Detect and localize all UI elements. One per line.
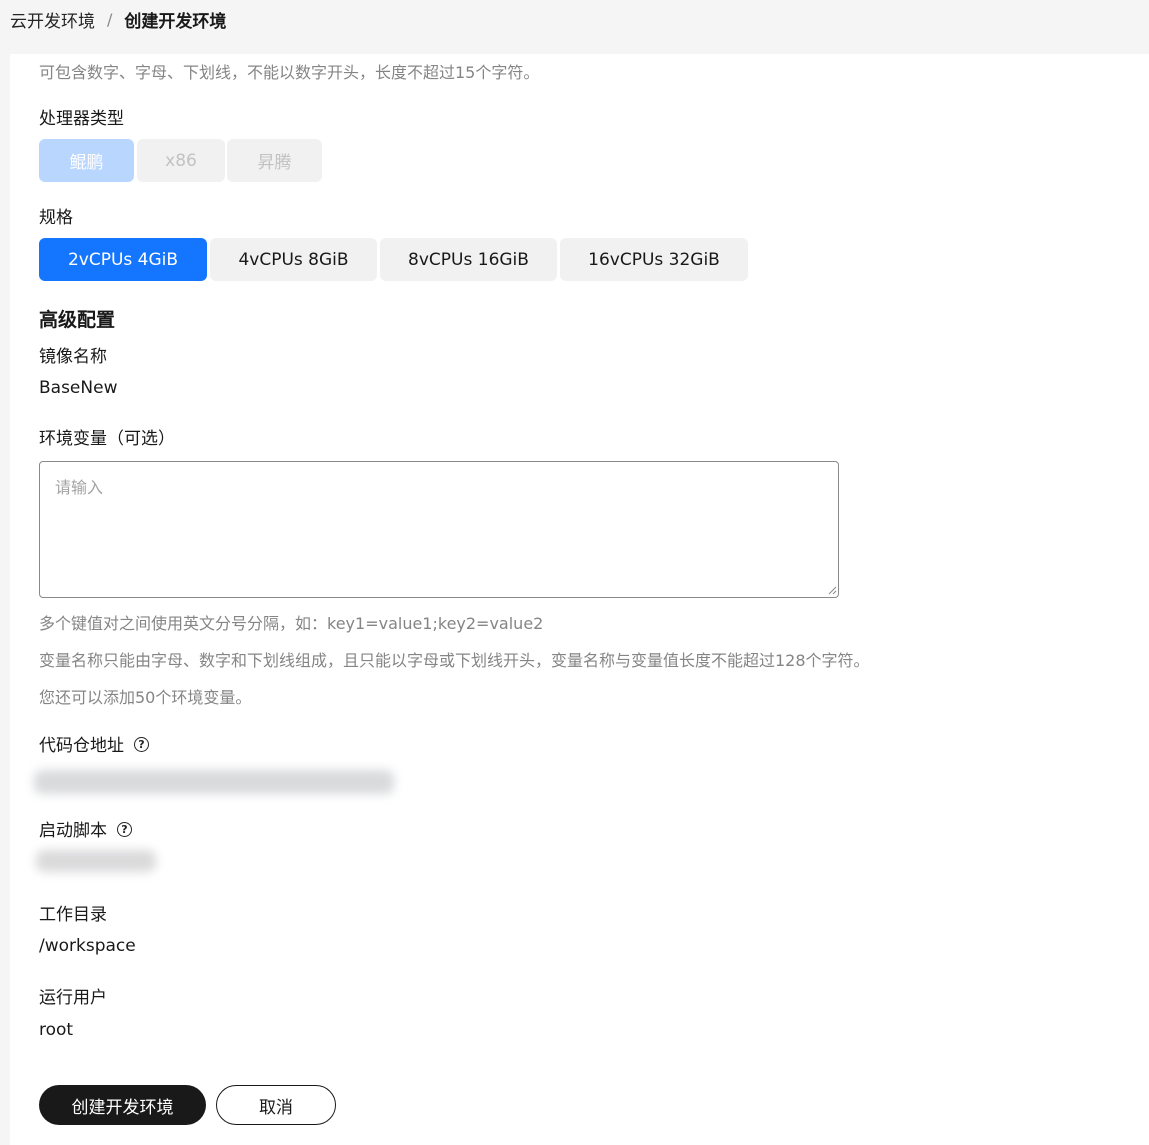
processor-option-x86[interactable]: x86 — [137, 139, 225, 182]
question-circle-icon[interactable]: ? — [117, 821, 132, 837]
cancel-button[interactable]: 取消 — [216, 1085, 336, 1125]
image-name-value: BaseNew — [39, 378, 118, 398]
create-env-button[interactable]: 创建开发环境 — [39, 1085, 206, 1125]
textarea-resize-grip-icon[interactable] — [828, 586, 837, 595]
env-vars-label: 环境变量（可选） — [39, 429, 175, 449]
repo-address-label-text: 代码仓地址 — [39, 736, 124, 756]
run-user-label: 运行用户 — [39, 988, 107, 1008]
startup-script-label-text: 启动脚本 — [39, 821, 107, 841]
env-vars-hint-separator: 多个键值对之间使用英文分号分隔，如：key1=value1;key2=value… — [39, 614, 544, 633]
name-field-hint: 可包含数字、字母、下划线，不能以数字开头，长度不超过15个字符。 — [39, 63, 540, 82]
spec-label: 规格 — [39, 208, 73, 228]
env-vars-hint-remaining: 您还可以添加50个环境变量。 — [39, 688, 252, 707]
processor-option-ascend[interactable]: 昇腾 — [227, 139, 322, 182]
spec-option-2vcpu-4gib[interactable]: 2vCPUs 4GiB — [39, 238, 207, 281]
env-vars-hint-naming-rule: 变量名称只能由字母、数字和下划线组成，且只能以字母或下划线开头，变量名称与变量值… — [39, 651, 870, 670]
advanced-config-title: 高级配置 — [39, 309, 116, 331]
breadcrumb-parent-link[interactable]: 云开发环境 — [10, 7, 95, 32]
env-vars-textarea[interactable] — [39, 461, 839, 598]
spec-option-16vcpu-32gib[interactable]: 16vCPUs 32GiB — [560, 238, 748, 281]
spec-option-8vcpu-16gib[interactable]: 8vCPUs 16GiB — [380, 238, 557, 281]
breadcrumb-current: 创建开发环境 — [124, 11, 227, 32]
breadcrumb-separator: / — [107, 9, 113, 29]
processor-option-kunpeng[interactable]: 鲲鹏 — [39, 139, 134, 182]
processor-type-label: 处理器类型 — [39, 109, 124, 129]
startup-script-label: 启动脚本? — [39, 816, 132, 841]
spec-option-4vcpu-8gib[interactable]: 4vCPUs 8GiB — [210, 238, 377, 281]
workdir-label: 工作目录 — [39, 905, 107, 925]
breadcrumb: 云开发环境 / 创建开发环境 — [10, 6, 226, 32]
image-name-label: 镜像名称 — [39, 347, 107, 367]
startup-script-value-redacted — [36, 850, 156, 872]
question-circle-icon[interactable]: ? — [134, 736, 149, 752]
repo-address-label: 代码仓地址? — [39, 731, 149, 756]
create-env-form-panel: 可包含数字、字母、下划线，不能以数字开头，长度不超过15个字符。 处理器类型 鲲… — [10, 54, 1149, 1145]
repo-address-value-redacted — [34, 770, 394, 794]
workdir-value: /workspace — [39, 936, 136, 956]
run-user-value: root — [39, 1020, 74, 1040]
